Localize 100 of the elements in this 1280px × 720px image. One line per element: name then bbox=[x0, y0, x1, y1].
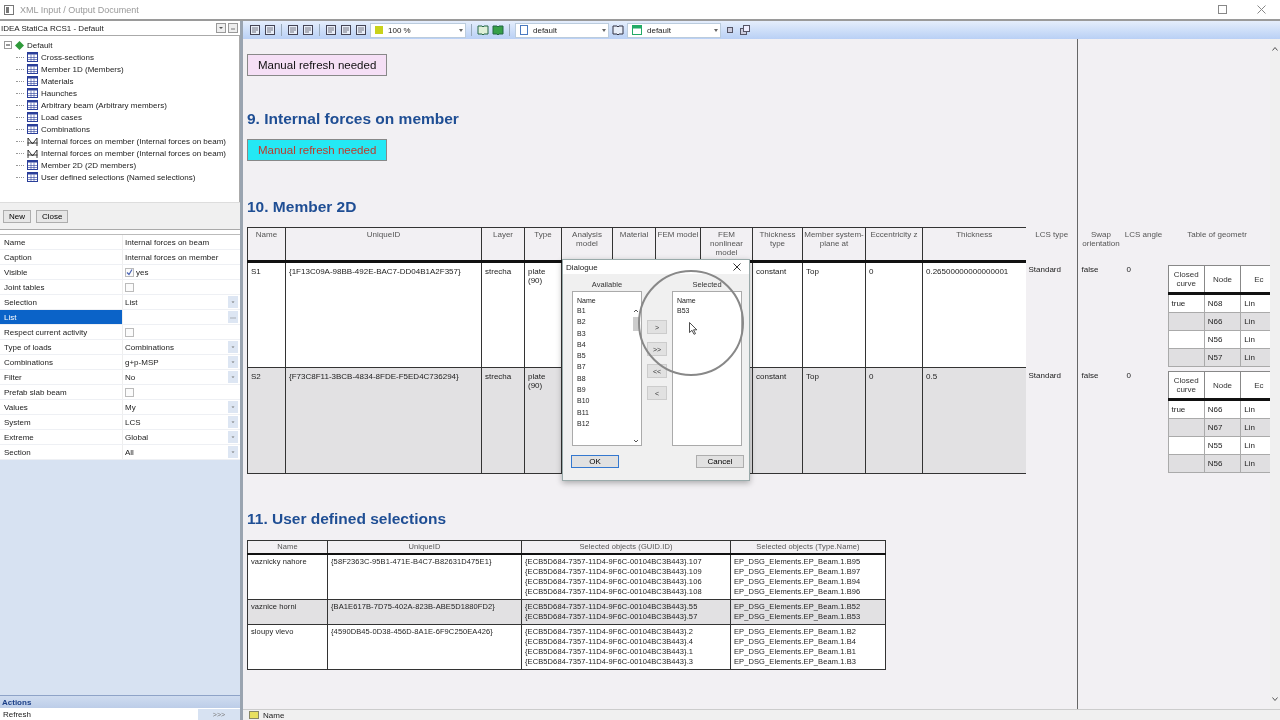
template-dropdown[interactable]: default bbox=[627, 22, 721, 38]
refresh-notice: Manual refresh needed bbox=[247, 54, 388, 76]
tree-item[interactable]: Materials bbox=[41, 76, 74, 86]
section-heading: 11. User defined selections bbox=[247, 509, 447, 528]
tree-item[interactable]: Internal forces on member (Internal forces on beam) bbox=[41, 148, 226, 158]
dropdown-icon[interactable] bbox=[228, 371, 238, 383]
calendar-icon bbox=[632, 25, 642, 35]
tree-item[interactable]: Haunches bbox=[41, 88, 78, 98]
tree-item[interactable]: Load cases bbox=[41, 112, 82, 122]
tree-item[interactable]: Member 2D (2D members) bbox=[41, 160, 137, 170]
app-icon bbox=[4, 4, 14, 15]
grid-icon bbox=[249, 711, 259, 719]
scrollbar[interactable] bbox=[632, 307, 640, 445]
tree-item[interactable]: Combinations bbox=[41, 124, 90, 134]
property-value[interactable]: Global bbox=[125, 432, 226, 442]
table-cell: Top bbox=[806, 371, 819, 381]
property-value[interactable]: LCS bbox=[125, 417, 226, 427]
zoom-dropdown[interactable]: 100 % bbox=[370, 22, 466, 38]
tree-item[interactable]: User defined selections (Named selections) bbox=[41, 172, 196, 182]
column-header: LCS type bbox=[1025, 227, 1079, 262]
property-name[interactable]: Section bbox=[0, 445, 123, 459]
tree-item[interactable]: Cross-sections bbox=[41, 52, 94, 62]
dropdown-icon[interactable] bbox=[216, 23, 226, 33]
dropdown-icon[interactable] bbox=[228, 446, 238, 458]
column-header: Node bbox=[1204, 371, 1241, 400]
property-value[interactable]: Internal forces on member bbox=[125, 252, 219, 262]
force-diagram-icon bbox=[27, 136, 38, 146]
table-cell: constant bbox=[756, 266, 787, 276]
property-value[interactable]: Combinations bbox=[125, 342, 226, 352]
column-header: Closed curve bbox=[1168, 371, 1205, 400]
property-name[interactable]: Extreme bbox=[0, 430, 123, 444]
maximize-icon[interactable] bbox=[1218, 5, 1227, 14]
scroll-up-icon[interactable] bbox=[1271, 45, 1279, 53]
tree-item[interactable]: Member 1D (Members) bbox=[41, 64, 124, 74]
property-value[interactable]: All bbox=[125, 447, 226, 457]
dropdown-icon[interactable] bbox=[228, 341, 238, 353]
table-cell: strecha bbox=[485, 371, 512, 381]
dropdown-icon[interactable] bbox=[228, 416, 238, 428]
property-name[interactable]: Filter bbox=[0, 370, 123, 384]
table-cell: Standard bbox=[1028, 371, 1061, 381]
property-value[interactable]: List bbox=[125, 297, 226, 307]
actions-header: Actions bbox=[0, 695, 240, 708]
table-cell: N67 bbox=[1207, 423, 1223, 433]
collapse-icon[interactable] bbox=[4, 41, 12, 49]
checkbox[interactable] bbox=[125, 387, 134, 397]
table-cell: Lin bbox=[1244, 299, 1255, 309]
dropdown-icon[interactable] bbox=[228, 401, 238, 413]
dialog-title: Dialogue bbox=[566, 262, 599, 272]
property-value[interactable]: g+p-MSP bbox=[125, 357, 226, 367]
table-cell: N56 bbox=[1207, 335, 1223, 345]
property-name[interactable]: Type of loads bbox=[0, 340, 123, 354]
property-value[interactable]: No bbox=[125, 372, 226, 382]
property-name[interactable]: Selection bbox=[0, 295, 123, 309]
table-icon bbox=[27, 172, 38, 182]
panel-button[interactable]: Close bbox=[36, 209, 69, 223]
dropdown-icon[interactable] bbox=[228, 296, 238, 308]
dropdown-icon[interactable] bbox=[228, 431, 238, 443]
table-cell: Lin bbox=[1244, 423, 1255, 433]
section-heading: 10. Member 2D bbox=[247, 198, 358, 216]
table-cell: constant bbox=[756, 371, 787, 381]
table-icon bbox=[27, 64, 38, 74]
status-label: Name bbox=[263, 710, 285, 720]
dropdown-icon[interactable] bbox=[228, 356, 238, 368]
property-name[interactable]: Combinations bbox=[0, 355, 123, 369]
table-cell: Top bbox=[806, 266, 819, 276]
property-name[interactable]: Name bbox=[0, 235, 123, 249]
column-header: Table of geometr bbox=[1186, 228, 1248, 241]
table-cell: N55 bbox=[1207, 441, 1223, 451]
action-item[interactable]: Refresh bbox=[3, 709, 198, 719]
table-icon bbox=[27, 112, 38, 122]
property-value[interactable]: My bbox=[125, 402, 226, 412]
windows-icon[interactable] bbox=[739, 24, 751, 36]
property-name[interactable]: System bbox=[0, 415, 123, 429]
scroll-down-icon[interactable] bbox=[1271, 695, 1279, 703]
dialog-button[interactable]: Cancel bbox=[696, 455, 744, 468]
property-name[interactable]: List bbox=[0, 310, 123, 324]
tree-item[interactable]: Arbitrary beam (Arbitrary members) bbox=[41, 100, 167, 110]
column-header: Closed curve bbox=[1168, 265, 1205, 294]
checkbox[interactable] bbox=[125, 327, 134, 337]
checkbox[interactable] bbox=[125, 282, 134, 292]
more-icon[interactable] bbox=[228, 23, 238, 33]
refresh-notice: Manual refresh needed bbox=[247, 139, 388, 161]
tree-item[interactable]: Default bbox=[27, 40, 53, 50]
close-icon[interactable] bbox=[733, 263, 741, 271]
table-cell: S1 bbox=[251, 266, 261, 276]
property-name[interactable]: Values bbox=[0, 400, 123, 414]
table-icon bbox=[27, 88, 38, 98]
diamond-icon bbox=[15, 40, 24, 50]
panel-button[interactable]: New bbox=[3, 209, 31, 223]
property-value[interactable]: Internal forces on beam bbox=[125, 237, 210, 247]
table-cell: 0 bbox=[869, 371, 874, 381]
tree-item[interactable]: Internal forces on member (Internal forces on beam) bbox=[41, 136, 226, 146]
dialog-button[interactable]: OK bbox=[571, 455, 619, 468]
table-icon bbox=[27, 76, 38, 86]
style-dropdown[interactable]: default bbox=[515, 22, 609, 38]
property-name[interactable]: Caption bbox=[0, 250, 123, 264]
checkbox[interactable] bbox=[125, 267, 134, 277]
table-icon bbox=[27, 100, 38, 110]
table-cell: strecha bbox=[485, 266, 512, 276]
property-name[interactable]: Visible bbox=[0, 265, 123, 279]
